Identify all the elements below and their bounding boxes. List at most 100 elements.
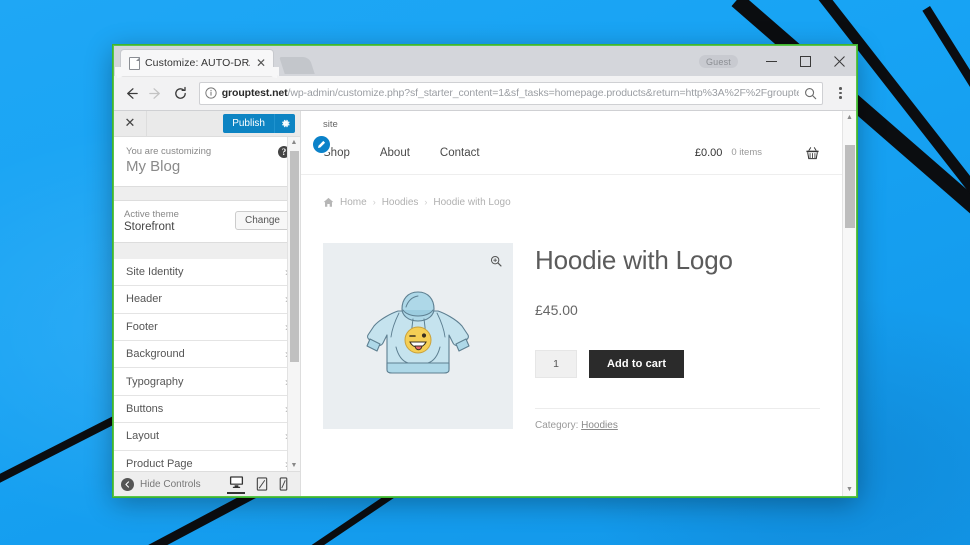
active-device-indicator (227, 491, 245, 494)
close-customizer-button[interactable]: ✕ (114, 110, 147, 136)
magnifier-plus-icon[interactable] (490, 254, 502, 272)
maximize-button[interactable] (788, 46, 822, 77)
customizer-sidebar: ✕ Publish You are customizing My Blog ? … (114, 110, 301, 496)
section-label: Background (126, 348, 185, 361)
address-bar[interactable]: grouptest.net/wp-admin/customize.php?sf_… (198, 81, 824, 105)
sidebar-item-header[interactable]: Header › (114, 286, 300, 314)
sidebar-item-site-identity[interactable]: Site Identity › (114, 259, 300, 287)
url-path: /wp-admin/customize.php?sf_starter_conte… (287, 87, 800, 100)
site-title-fragment: site (323, 118, 338, 130)
breadcrumb-separator: › (424, 197, 428, 208)
scroll-up-icon[interactable]: ▲ (846, 111, 853, 124)
change-theme-button[interactable]: Change (234, 211, 290, 231)
search-icon[interactable] (804, 87, 817, 100)
sidebar-scroll-track[interactable] (288, 149, 300, 460)
customizer-header: ✕ Publish (114, 110, 300, 137)
browser-toolbar: grouptest.net/wp-admin/customize.php?sf_… (114, 76, 856, 111)
basket-icon[interactable] (805, 146, 820, 160)
breadcrumb-home[interactable]: Home (340, 197, 367, 208)
breadcrumb: Home › Hoodies › Hoodie with Logo (301, 175, 842, 208)
sidebar-scroll-thumb[interactable] (290, 150, 299, 363)
preview-scroll-track[interactable] (843, 124, 856, 483)
nav-link-contact[interactable]: Contact (440, 147, 480, 159)
cart-item-count: 0 items (731, 147, 762, 159)
sidebar-scrollbar[interactable]: ▲ ▼ (287, 136, 300, 472)
product-detail: Hoodie with Logo £45.00 1 Add to cart Ca… (301, 208, 842, 431)
url-domain: grouptest.net (221, 87, 288, 100)
hide-controls-icon[interactable] (121, 477, 134, 491)
site-preview: site Shop About Contact £0.00 0 items Ho… (301, 110, 856, 496)
page-icon (129, 56, 140, 70)
add-to-cart-button[interactable]: Add to cart (589, 349, 685, 378)
product-price: £45.00 (535, 301, 578, 318)
mobile-preview-button[interactable] (279, 477, 288, 491)
section-label: Footer (126, 320, 158, 333)
sidebar-item-layout[interactable]: Layout › (114, 423, 300, 451)
minimize-button[interactable] (754, 46, 788, 77)
panel-gap (114, 186, 300, 200)
nav-link-about[interactable]: About (380, 147, 410, 159)
sidebar-item-product-page[interactable]: Product Page › (114, 451, 300, 472)
home-icon[interactable] (323, 197, 334, 208)
section-label: Typography (126, 375, 184, 388)
customizing-info: You are customizing My Blog ? (114, 137, 300, 186)
add-to-cart-row: 1 Add to cart (535, 349, 820, 378)
active-theme-panel: Active theme Storefront Change (114, 199, 300, 243)
close-icon[interactable]: ✕ (255, 57, 267, 69)
customizer-page: ✕ Publish You are customizing My Blog ? … (114, 110, 856, 496)
tablet-preview-button[interactable] (256, 477, 268, 491)
product-image[interactable] (323, 242, 513, 429)
preview-scroll-thumb[interactable] (845, 145, 855, 228)
theme-name: Storefront (124, 220, 175, 233)
browser-window: Customize: AUTO-DRAFT ✕ Guest (112, 44, 858, 498)
customizer-footer: Hide Controls (114, 471, 300, 496)
back-arrow-icon[interactable] (120, 81, 143, 105)
gear-icon[interactable] (274, 113, 295, 133)
sidebar-item-buttons[interactable]: Buttons › (114, 396, 300, 424)
panel-gap-2 (114, 242, 300, 259)
profile-badge[interactable]: Guest (698, 55, 738, 68)
category-label: Category: (535, 419, 579, 431)
reload-icon[interactable] (169, 81, 192, 105)
active-theme-label: Active theme (124, 208, 179, 220)
desktop-preview-button[interactable] (227, 475, 245, 494)
breadcrumb-separator: › (372, 197, 376, 208)
publish-button[interactable]: Publish (223, 113, 274, 133)
scroll-up-icon[interactable]: ▲ (291, 137, 298, 149)
preview-scrollbar[interactable]: ▲ ▼ (842, 110, 856, 496)
section-label: Product Page (126, 457, 193, 470)
customizer-scroll-area: You are customizing My Blog ? Active the… (114, 136, 300, 472)
sidebar-item-typography[interactable]: Typography › (114, 368, 300, 396)
site-navigation: Shop About Contact £0.00 0 items (301, 130, 842, 175)
hide-controls-label[interactable]: Hide Controls (140, 479, 201, 490)
new-tab-button[interactable] (279, 57, 315, 75)
customizing-panel: You are customizing My Blog ? (114, 136, 300, 187)
sidebar-item-background[interactable]: Background › (114, 341, 300, 369)
close-window-button[interactable] (822, 46, 856, 77)
scroll-down-icon[interactable]: ▼ (291, 459, 298, 471)
tab-customize[interactable]: Customize: AUTO-DRAFT ✕ (115, 50, 279, 77)
forward-arrow-icon (145, 81, 168, 105)
breadcrumb-current: Hoodie with Logo (433, 196, 511, 208)
section-label: Site Identity (126, 266, 184, 279)
sidebar-item-footer[interactable]: Footer › (114, 314, 300, 342)
site-title: My Blog (126, 157, 181, 175)
breadcrumb-hoodies[interactable]: Hoodies (382, 197, 419, 208)
tab-title: Customize: AUTO-DRAFT (145, 57, 250, 70)
theme-info: Active theme Storefront (124, 209, 179, 233)
category-link[interactable]: Hoodies (581, 420, 618, 431)
preview-viewport: site Shop About Contact £0.00 0 items Ho… (301, 111, 856, 496)
product-category: Category: Hoodies (535, 420, 820, 431)
quantity-input[interactable]: 1 (535, 349, 577, 378)
url-text: grouptest.net/wp-admin/customize.php?sf_… (222, 87, 799, 99)
pencil-icon[interactable] (313, 135, 330, 153)
tab-strip: Customize: AUTO-DRAFT ✕ Guest (114, 46, 856, 77)
scroll-down-icon[interactable]: ▼ (846, 483, 853, 496)
nav-links: Shop About Contact (323, 147, 480, 159)
customizer-section-list: Site Identity › Header › Footer › Backgr… (114, 258, 300, 472)
section-label: Buttons (126, 402, 164, 415)
cart-summary[interactable]: £0.00 0 items (695, 146, 820, 160)
info-icon[interactable] (205, 87, 217, 99)
device-preview-group (227, 475, 293, 494)
three-dot-menu-icon[interactable] (831, 87, 850, 99)
